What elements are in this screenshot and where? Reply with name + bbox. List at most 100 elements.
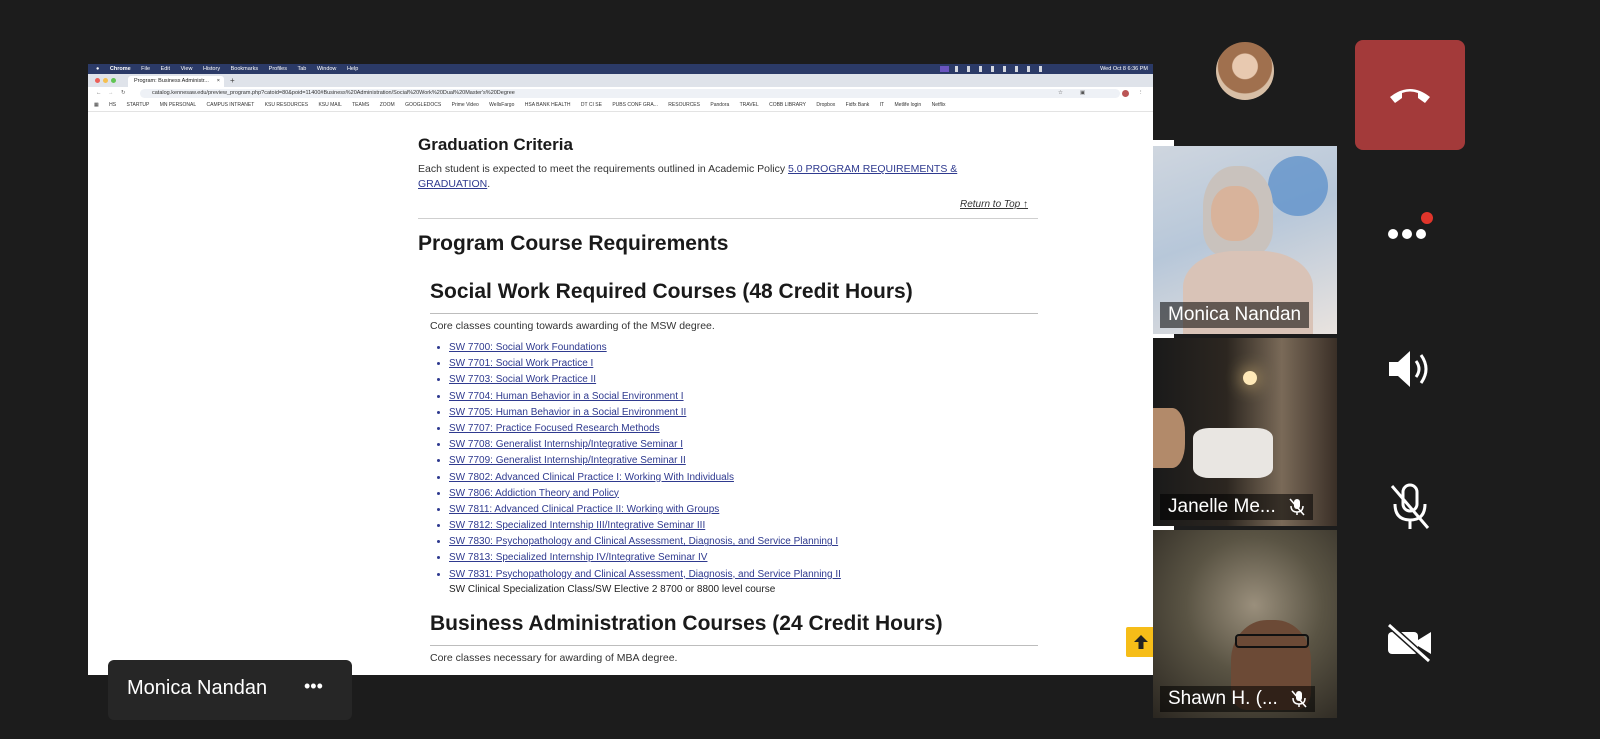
list-item: SW 7806: Addiction Theory and Policy [449, 486, 1049, 502]
mac-menu-bar: ● Chrome File Edit View History Bookmark… [88, 64, 1174, 74]
participant-name: Shawn H. (... [1160, 686, 1316, 712]
scroll-to-top-button[interactable] [1126, 627, 1156, 657]
bookmark[interactable]: RESOURCES [668, 102, 700, 108]
bookmark[interactable]: ZOOM [380, 102, 395, 108]
tab-strip: Program: Business Administr... × + [88, 74, 1174, 87]
divider [430, 313, 1038, 314]
bookmark[interactable]: Prime Video [452, 102, 479, 108]
apps-icon[interactable]: ▦ [94, 102, 99, 108]
course-link[interactable]: SW 7705: Human Behavior in a Social Envi… [449, 407, 686, 418]
course-link[interactable]: SW 7811: Advanced Clinical Practice II: … [449, 504, 719, 515]
list-item: SW 7709: Generalist Internship/Integrati… [449, 453, 1049, 469]
catalog-page: Graduation Criteria Each student is expe… [88, 112, 1174, 675]
bookmark[interactable]: GOOGLEDOCS [405, 102, 441, 108]
star-icon[interactable]: ☆ [1058, 87, 1063, 100]
extensions-icon[interactable]: ▣ [1080, 87, 1085, 100]
list-item: SW 7704: Human Behavior in a Social Envi… [449, 389, 1049, 405]
divider [418, 218, 1038, 219]
list-item: SW 7811: Advanced Clinical Practice II: … [449, 502, 1049, 518]
participant-name-text: Monica Nandan [1168, 304, 1302, 325]
back-icon[interactable]: ← [96, 87, 102, 100]
participant-tile[interactable]: Monica Nandan [1153, 146, 1337, 334]
course-link[interactable]: SW 7709: Generalist Internship/Integrati… [449, 455, 686, 466]
mute-toggle-button[interactable] [1355, 452, 1465, 562]
more-options-button[interactable] [1355, 172, 1465, 282]
menu-item[interactable]: Chrome [110, 66, 131, 72]
shared-screen: ● Chrome File Edit View History Bookmark… [88, 64, 1174, 675]
close-tab-icon[interactable]: × [217, 76, 220, 87]
bookmark[interactable]: Fidfx Bank [846, 102, 870, 108]
bookmark[interactable]: TEAMS [352, 102, 369, 108]
menu-item[interactable]: Edit [161, 66, 170, 72]
business-admin-heading: Business Administration Courses (24 Cred… [430, 612, 943, 635]
bookmark[interactable]: CAMPUS INTRANET [207, 102, 255, 108]
participant-name: Monica Nandan [1160, 302, 1310, 328]
participant-name: Janelle Me... [1160, 494, 1314, 520]
bookmark[interactable]: MN PERSONAL [160, 102, 196, 108]
course-link[interactable]: SW 7708: Generalist Internship/Integrati… [449, 439, 683, 450]
bookmark[interactable]: KSU MAIL [318, 102, 341, 108]
bookmark[interactable]: STARTUP [126, 102, 149, 108]
bookmark[interactable]: Pandora [710, 102, 729, 108]
menu-item[interactable]: Bookmarks [231, 66, 259, 72]
bookmark[interactable]: DT CI SE [581, 102, 602, 108]
course-link[interactable]: SW 7802: Advanced Clinical Practice I: W… [449, 472, 734, 483]
graduation-period: . [487, 178, 491, 190]
minimize-window-icon[interactable] [103, 78, 108, 83]
course-link[interactable]: SW 7812: Specialized Internship III/Inte… [449, 520, 705, 531]
course-link[interactable]: SW 7701: Social Work Practice I [449, 358, 593, 369]
browser-tab[interactable]: Program: Business Administr... × [128, 76, 224, 87]
camera-toggle-button[interactable] [1355, 588, 1465, 698]
course-link[interactable]: SW 7830: Psychopathology and Clinical As… [449, 536, 838, 547]
status-icons [939, 65, 1090, 72]
participant-tile[interactable]: Janelle Me... [1153, 338, 1337, 526]
menu-item[interactable]: History [203, 66, 220, 72]
course-link[interactable]: SW 7704: Human Behavior in a Social Envi… [449, 391, 684, 402]
bookmark[interactable]: KSU RESOURCES [265, 102, 308, 108]
camera-off-icon [1386, 623, 1432, 663]
reload-icon[interactable]: ↻ [121, 87, 126, 100]
bookmark[interactable]: IT [880, 102, 884, 108]
bookmark[interactable]: TRAVEL [740, 102, 759, 108]
bookmark[interactable]: WellsFargo [489, 102, 514, 108]
course-link[interactable]: SW 7831: Psychopathology and Clinical As… [449, 569, 841, 580]
forward-icon[interactable]: → [108, 87, 114, 100]
new-tab-icon[interactable]: + [230, 74, 235, 87]
bookmark[interactable]: PUBS CONF GRA... [612, 102, 658, 108]
more-icon [1388, 212, 1433, 239]
menu-item[interactable]: Help [347, 66, 358, 72]
maximize-window-icon[interactable] [111, 78, 116, 83]
bookmark[interactable]: COBB LIBRARY [769, 102, 806, 108]
browser-menu-icon[interactable]: ⋮ [1138, 87, 1144, 100]
bookmark[interactable]: Netflix [932, 102, 946, 108]
course-link[interactable]: SW 7700: Social Work Foundations [449, 342, 607, 353]
bookmark[interactable]: Dropbox [816, 102, 835, 108]
menu-item[interactable]: View [181, 66, 193, 72]
presenter-more-button[interactable]: ••• [304, 676, 323, 697]
course-link[interactable]: SW 7806: Addiction Theory and Policy [449, 488, 619, 499]
participant-tile[interactable]: Shawn H. (... [1153, 530, 1337, 718]
menu-item[interactable]: Tab [297, 66, 306, 72]
graduation-sentence: Each student is expected to meet the req… [418, 163, 789, 175]
course-link[interactable]: SW 7707: Practice Focused Research Metho… [449, 423, 660, 434]
menu-item[interactable]: File [141, 66, 150, 72]
bookmark[interactable]: HSA BANK HEALTH [525, 102, 571, 108]
speaker-button[interactable] [1355, 314, 1465, 424]
leave-call-button[interactable] [1355, 40, 1465, 150]
profile-avatar[interactable] [1122, 90, 1129, 97]
course-link[interactable]: SW 7813: Specialized Internship IV/Integ… [449, 552, 707, 563]
url-field[interactable]: catalog.kennesaw.edu/preview_program.php… [140, 89, 1120, 98]
program-requirements-heading: Program Course Requirements [418, 232, 729, 255]
course-list: SW 7700: Social Work Foundations SW 7701… [431, 340, 1049, 583]
menu-item[interactable]: Window [317, 66, 337, 72]
list-item: SW 7708: Generalist Internship/Integrati… [449, 437, 1049, 453]
bookmark[interactable]: Metlife login [895, 102, 922, 108]
apple-icon[interactable]: ● [96, 66, 99, 72]
course-link[interactable]: SW 7703: Social Work Practice II [449, 374, 596, 385]
return-to-top-link[interactable]: Return to Top ↑ [960, 199, 1028, 210]
close-window-icon[interactable] [95, 78, 100, 83]
list-item: SW 7802: Advanced Clinical Practice I: W… [449, 470, 1049, 486]
avatar [1216, 42, 1274, 100]
bookmark[interactable]: HS [109, 102, 116, 108]
menu-item[interactable]: Profiles [269, 66, 287, 72]
